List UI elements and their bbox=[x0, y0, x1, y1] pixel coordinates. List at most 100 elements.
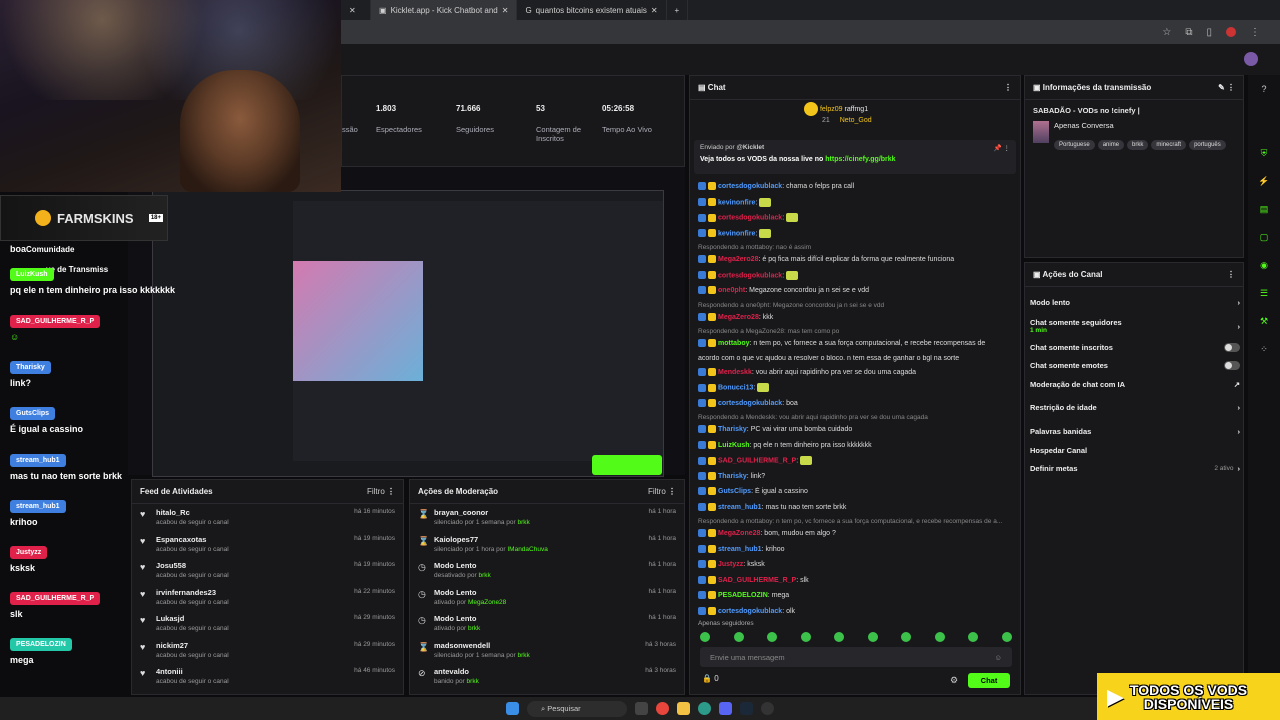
chat-username[interactable]: mottaboy bbox=[718, 340, 750, 347]
document-icon[interactable]: ▤ bbox=[1256, 201, 1272, 217]
obs-icon[interactable] bbox=[761, 702, 774, 715]
mod-target[interactable]: Modo Lento bbox=[434, 588, 506, 597]
chrome-icon[interactable] bbox=[656, 702, 669, 715]
emote-icon[interactable] bbox=[867, 632, 878, 642]
chat-username[interactable]: cortesdogokublack bbox=[718, 183, 782, 190]
mod-by[interactable]: brkk bbox=[467, 678, 479, 685]
follower-name[interactable]: nickim27 bbox=[156, 641, 229, 650]
broadcast-icon[interactable]: ◉ bbox=[1256, 257, 1272, 273]
chat-username[interactable]: Mega2ero28 bbox=[718, 256, 758, 263]
emote-icon[interactable] bbox=[1001, 632, 1012, 642]
menu-icon[interactable]: ⋮ bbox=[1250, 27, 1260, 38]
emote-icon[interactable] bbox=[700, 632, 710, 642]
bookmark-star-icon[interactable]: ☆ bbox=[1162, 27, 1171, 38]
list-icon[interactable]: ☰ bbox=[1256, 285, 1272, 301]
stream-tag[interactable]: anime bbox=[1097, 140, 1125, 150]
profile-icon[interactable] bbox=[1226, 27, 1236, 37]
mod-by[interactable]: brkk bbox=[517, 652, 529, 659]
chat-username[interactable]: LuizKush bbox=[718, 441, 750, 448]
filter-button[interactable]: Filtro bbox=[648, 487, 666, 496]
chat-username[interactable]: stream_hub1 bbox=[718, 545, 762, 552]
mod-by[interactable]: brkk bbox=[468, 625, 480, 632]
browser-tab-kicklet[interactable]: ▣ Kicklet.app - Kick Chatbot and ✕ bbox=[371, 0, 518, 20]
follower-name[interactable]: Espancaxotas bbox=[156, 535, 229, 544]
stream-tag[interactable]: minecraft bbox=[1151, 140, 1187, 150]
user-avatar[interactable] bbox=[1244, 52, 1258, 66]
filter-button[interactable]: Filtro bbox=[367, 487, 385, 496]
channel-action-row[interactable]: Definir metas 2 ativo › bbox=[1030, 464, 1240, 473]
chat-username[interactable]: cortesdogokublack bbox=[718, 214, 782, 221]
chat-username[interactable]: one0pht bbox=[718, 287, 745, 294]
shield-icon[interactable]: ⛨ bbox=[1256, 145, 1272, 161]
apps-icon[interactable]: ⁘ bbox=[1256, 341, 1272, 357]
channel-action-row[interactable]: Modo lento › bbox=[1030, 298, 1240, 307]
chat-username[interactable]: Mendeskk bbox=[718, 368, 752, 375]
edge-icon[interactable] bbox=[698, 702, 711, 715]
channel-action-row[interactable]: Hospedar Canal bbox=[1030, 446, 1240, 455]
chat-input[interactable]: Envie uma mensagem ☺ bbox=[700, 647, 1012, 667]
follower-name[interactable]: hitalo_Rc bbox=[156, 508, 229, 517]
chat-username[interactable]: SAD_GUILHERME_R_P bbox=[718, 457, 796, 464]
mod-target[interactable]: brayan_coonor bbox=[434, 508, 530, 517]
more-icon[interactable]: ⋮ bbox=[668, 487, 676, 496]
mod-target[interactable]: Kaiolopes77 bbox=[434, 535, 548, 544]
send-chat-button[interactable]: Chat bbox=[968, 673, 1010, 688]
pin-icon[interactable]: 📌 ⋮ bbox=[994, 144, 1010, 152]
toggle-switch[interactable] bbox=[1224, 343, 1240, 352]
chat-username[interactable]: cortesdogokublack bbox=[718, 607, 782, 614]
emoji-icon[interactable]: ☺ bbox=[994, 653, 1002, 662]
channel-action-row[interactable]: Moderação de chat com IA ↗ bbox=[1030, 380, 1240, 389]
new-tab-button[interactable]: + bbox=[667, 0, 689, 20]
stream-tag[interactable]: brkk bbox=[1127, 140, 1149, 150]
pinned-link[interactable]: https://cinefy.gg/brkk bbox=[825, 156, 895, 163]
chat-username[interactable]: kevinonfire bbox=[718, 199, 755, 206]
mod-by[interactable]: brkk bbox=[517, 519, 529, 526]
edit-icon[interactable]: ✎ ⋮ bbox=[1218, 83, 1235, 92]
help-icon[interactable]: ? bbox=[1256, 81, 1272, 97]
browser-tab-blank[interactable]: ✕ bbox=[341, 0, 371, 20]
toggle-switch[interactable] bbox=[1224, 361, 1240, 370]
windows-start-icon[interactable] bbox=[506, 702, 519, 715]
chat-username[interactable]: Tharisky bbox=[718, 426, 747, 433]
emote-icon[interactable] bbox=[968, 632, 979, 642]
follower-name[interactable]: Josu558 bbox=[156, 561, 229, 570]
emote-icon[interactable] bbox=[733, 632, 744, 642]
chat-username[interactable]: Bonucci13 bbox=[718, 384, 753, 391]
more-icon[interactable]: ⋮ bbox=[1227, 270, 1235, 279]
chat-username[interactable]: Justyzz bbox=[718, 561, 743, 568]
browser-tab-bitcoin[interactable]: Gquantos bitcoins existem atuais ✕ bbox=[517, 0, 667, 20]
emote-icon[interactable] bbox=[901, 632, 912, 642]
bolt-icon[interactable]: ⚡ bbox=[1256, 173, 1272, 189]
discord-icon[interactable] bbox=[719, 702, 732, 715]
extensions-icon[interactable]: ⧉ bbox=[1185, 27, 1192, 38]
emote-icon[interactable] bbox=[834, 632, 845, 642]
channel-action-row[interactable]: Chat somente emotes bbox=[1030, 361, 1240, 370]
chat-username[interactable]: cortesdogokublack bbox=[718, 399, 782, 406]
mod-by[interactable]: MegaZone28 bbox=[468, 599, 506, 606]
more-icon[interactable]: ⋮ bbox=[1004, 83, 1012, 92]
stream-tag[interactable]: Portuguese bbox=[1054, 140, 1095, 150]
wrench-icon[interactable]: ⚒ bbox=[1256, 313, 1272, 329]
sidebar-icon[interactable]: ▯ bbox=[1206, 27, 1212, 38]
chat-username[interactable]: kevinonfire bbox=[718, 230, 755, 237]
steam-icon[interactable] bbox=[740, 702, 753, 715]
mod-target[interactable]: Modo Lento bbox=[434, 614, 480, 623]
taskbar-search[interactable]: ⌕ Pesquisar bbox=[527, 700, 627, 717]
emote-icon[interactable] bbox=[934, 632, 945, 642]
channel-action-row[interactable]: Chat somente inscritos bbox=[1030, 343, 1240, 352]
chat-username[interactable]: Tharisky bbox=[718, 472, 747, 479]
follower-name[interactable]: irvinfernandes23 bbox=[156, 588, 229, 597]
chat-username[interactable]: GutsClips bbox=[718, 488, 751, 495]
mod-target[interactable]: antevaldo bbox=[434, 667, 479, 676]
chat-username[interactable]: stream_hub1 bbox=[718, 503, 762, 510]
follower-name[interactable]: Lukasjd bbox=[156, 614, 229, 623]
mod-by[interactable]: brkk bbox=[478, 572, 490, 579]
stream-tag[interactable]: português bbox=[1189, 140, 1226, 150]
channel-action-row[interactable]: Restrição de idade › bbox=[1030, 403, 1240, 412]
more-icon[interactable]: ⋮ bbox=[387, 487, 395, 496]
chat-username[interactable]: SAD_GUILHERME_R_P bbox=[718, 576, 796, 583]
chat-settings-icon[interactable]: ⚙ bbox=[950, 675, 958, 686]
folder-icon[interactable] bbox=[677, 702, 690, 715]
mod-target[interactable]: Modo Lento bbox=[434, 561, 491, 570]
chat-username[interactable]: PESADELOZIN bbox=[718, 592, 768, 599]
